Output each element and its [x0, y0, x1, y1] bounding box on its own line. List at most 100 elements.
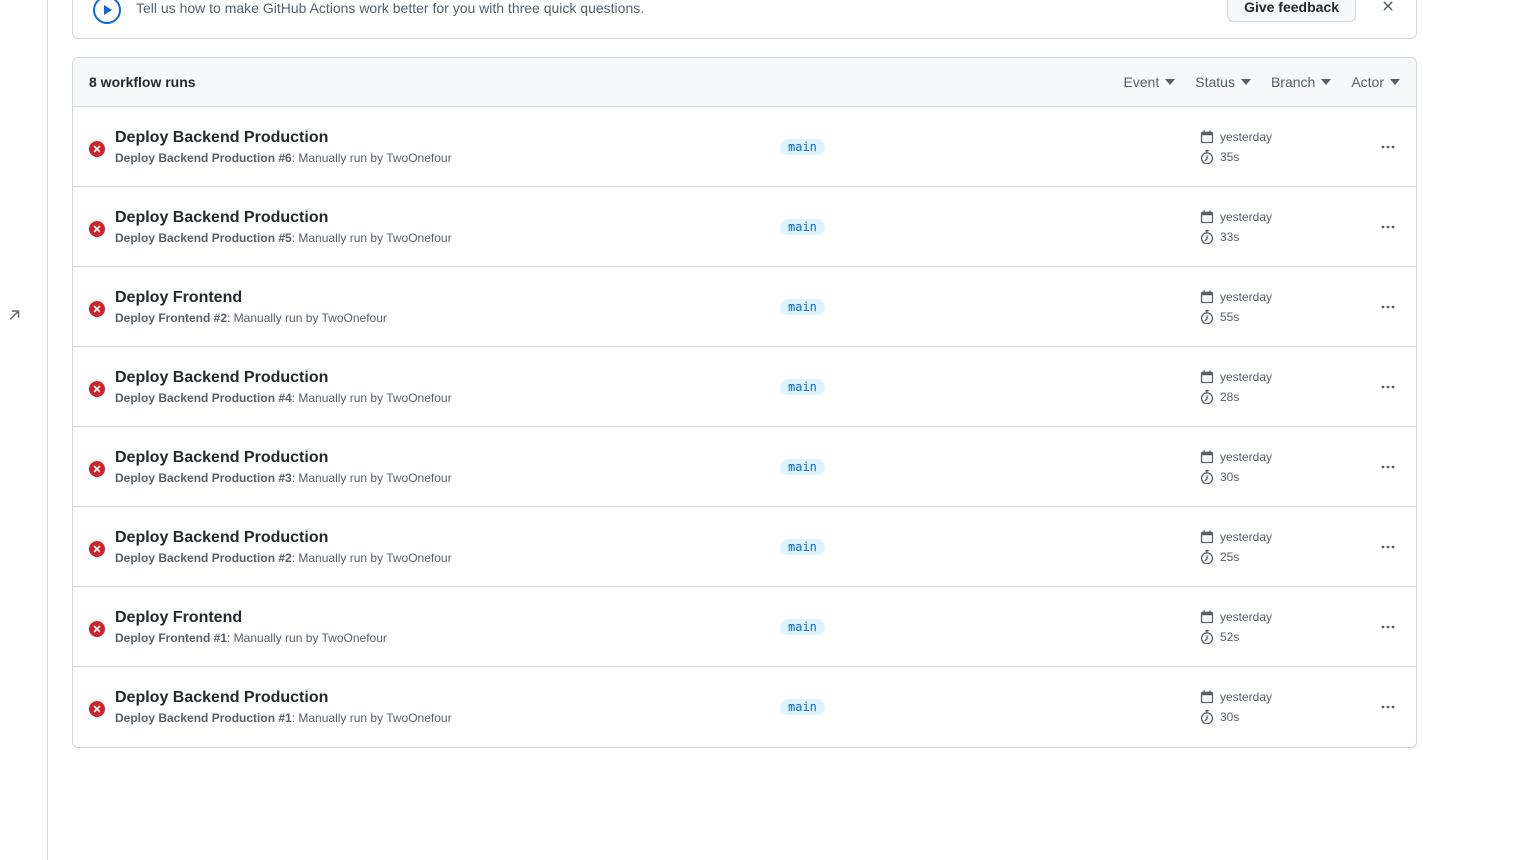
stopwatch-icon	[1200, 310, 1214, 324]
run-meta: yesterday 28s	[1200, 367, 1360, 407]
failed-icon	[89, 381, 105, 397]
run-info: Deploy Frontend Deploy Frontend #2: Manu…	[113, 289, 780, 325]
run-menu-button[interactable]	[1376, 375, 1400, 399]
chevron-down-icon	[1165, 79, 1175, 85]
run-meta: yesterday 25s	[1200, 527, 1360, 567]
run-info: Deploy Backend Production Deploy Backend…	[113, 529, 780, 565]
branch-tag[interactable]: main	[780, 539, 825, 555]
failed-icon	[89, 701, 105, 717]
run-meta: yesterday 52s	[1200, 607, 1360, 647]
run-menu-button[interactable]	[1376, 695, 1400, 719]
run-time: yesterday	[1220, 290, 1272, 304]
run-actions	[1360, 135, 1400, 159]
workflow-run-row: Deploy Backend Production Deploy Backend…	[73, 187, 1416, 267]
run-time: yesterday	[1220, 370, 1272, 384]
run-meta: yesterday 30s	[1200, 687, 1360, 727]
run-status	[89, 617, 113, 637]
workflow-run-row: Deploy Backend Production Deploy Backend…	[73, 107, 1416, 187]
run-time: yesterday	[1220, 530, 1272, 544]
run-title-link[interactable]: Deploy Frontend	[115, 609, 242, 627]
branch-tag[interactable]: main	[780, 699, 825, 715]
run-branch-col: main	[780, 699, 1200, 715]
run-subtitle: Deploy Backend Production #1: Manually r…	[115, 711, 780, 725]
workflow-run-row: Deploy Backend Production Deploy Backend…	[73, 667, 1416, 747]
branch-tag[interactable]: main	[780, 299, 825, 315]
run-menu-button[interactable]	[1376, 295, 1400, 319]
run-title-link[interactable]: Deploy Backend Production	[115, 209, 328, 227]
run-info: Deploy Frontend Deploy Frontend #1: Manu…	[113, 609, 780, 645]
run-subtitle: Deploy Backend Production #5: Manually r…	[115, 231, 780, 245]
kebab-icon	[1380, 299, 1396, 315]
run-menu-button[interactable]	[1376, 615, 1400, 639]
run-title-link[interactable]: Deploy Backend Production	[115, 529, 328, 547]
run-actions	[1360, 455, 1400, 479]
calendar-icon	[1200, 610, 1214, 624]
run-duration: 28s	[1220, 390, 1239, 404]
run-duration: 55s	[1220, 310, 1239, 324]
kebab-icon	[1380, 379, 1396, 395]
workflow-run-row: Deploy Frontend Deploy Frontend #2: Manu…	[73, 267, 1416, 347]
runs-header: 8 workflow runs Event Status Branch Acto…	[73, 58, 1416, 107]
filter-label: Branch	[1271, 74, 1315, 90]
filter-status[interactable]: Status	[1195, 74, 1251, 90]
run-branch-col: main	[780, 219, 1200, 235]
run-time: yesterday	[1220, 690, 1272, 704]
run-menu-button[interactable]	[1376, 535, 1400, 559]
run-subtitle: Deploy Backend Production #3: Manually r…	[115, 471, 780, 485]
failed-icon	[89, 141, 105, 157]
filter-event[interactable]: Event	[1123, 74, 1175, 90]
run-actions	[1360, 535, 1400, 559]
workflow-runs-box: 8 workflow runs Event Status Branch Acto…	[72, 57, 1417, 748]
branch-tag[interactable]: main	[780, 619, 825, 635]
calendar-icon	[1200, 370, 1214, 384]
run-title-link[interactable]: Deploy Backend Production	[115, 369, 328, 387]
kebab-icon	[1380, 139, 1396, 155]
run-title-link[interactable]: Deploy Backend Production	[115, 689, 328, 707]
workflow-run-row: Deploy Backend Production Deploy Backend…	[73, 427, 1416, 507]
run-time: yesterday	[1220, 130, 1272, 144]
run-subtitle: Deploy Frontend #2: Manually run by TwoO…	[115, 311, 780, 325]
give-feedback-button[interactable]: Give feedback	[1227, 0, 1356, 22]
branch-tag[interactable]: main	[780, 219, 825, 235]
branch-tag[interactable]: main	[780, 139, 825, 155]
kebab-icon	[1380, 539, 1396, 555]
close-banner-button[interactable]	[1376, 0, 1400, 18]
failed-icon	[89, 221, 105, 237]
run-branch-col: main	[780, 299, 1200, 315]
filter-branch[interactable]: Branch	[1271, 74, 1331, 90]
branch-tag[interactable]: main	[780, 379, 825, 395]
stopwatch-icon	[1200, 630, 1214, 644]
failed-icon	[89, 621, 105, 637]
run-title-link[interactable]: Deploy Frontend	[115, 289, 242, 307]
feedback-subtitle: Tell us how to make GitHub Actions work …	[136, 0, 1215, 16]
run-menu-button[interactable]	[1376, 455, 1400, 479]
run-status	[89, 137, 113, 157]
run-duration: 30s	[1220, 470, 1239, 484]
runs-filters: Event Status Branch Actor	[1123, 74, 1400, 90]
run-meta: yesterday 35s	[1200, 127, 1360, 167]
run-info: Deploy Backend Production Deploy Backend…	[113, 689, 780, 725]
run-title-link[interactable]: Deploy Backend Production	[115, 449, 328, 467]
stopwatch-icon	[1200, 710, 1214, 724]
branch-tag[interactable]: main	[780, 459, 825, 475]
filter-actor[interactable]: Actor	[1351, 74, 1400, 90]
kebab-icon	[1380, 619, 1396, 635]
run-subtitle: Deploy Backend Production #6: Manually r…	[115, 151, 780, 165]
kebab-icon	[1380, 699, 1396, 715]
expand-sidebar-button[interactable]	[6, 306, 24, 324]
calendar-icon	[1200, 130, 1214, 144]
run-meta: yesterday 55s	[1200, 287, 1360, 327]
stopwatch-icon	[1200, 550, 1214, 564]
chevron-down-icon	[1321, 79, 1331, 85]
play-circle-icon	[93, 0, 121, 24]
run-title-link[interactable]: Deploy Backend Production	[115, 129, 328, 147]
run-menu-button[interactable]	[1376, 215, 1400, 239]
run-menu-button[interactable]	[1376, 135, 1400, 159]
stopwatch-icon	[1200, 390, 1214, 404]
filter-label: Status	[1195, 74, 1235, 90]
calendar-icon	[1200, 210, 1214, 224]
filter-label: Actor	[1351, 74, 1384, 90]
run-status	[89, 697, 113, 717]
failed-icon	[89, 461, 105, 477]
run-branch-col: main	[780, 379, 1200, 395]
